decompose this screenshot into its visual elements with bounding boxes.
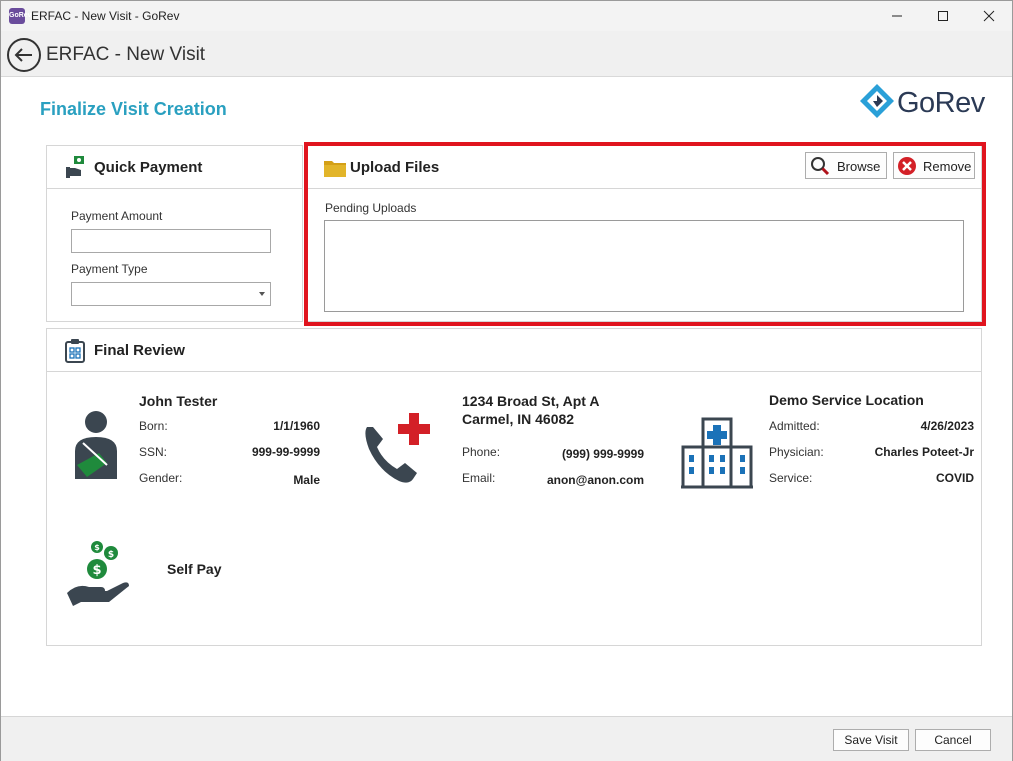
upload-files-title: Upload Files xyxy=(350,159,440,176)
born-label: Born: xyxy=(139,419,168,433)
final-review-panel: Final Review John Tester Born: 1/1/1960 … xyxy=(46,328,982,646)
admitted-label: Admitted: xyxy=(769,419,820,433)
service-label: Service: xyxy=(769,471,813,485)
ssn-value: 999-99-9999 xyxy=(251,445,320,459)
close-icon xyxy=(983,10,995,22)
remove-button[interactable]: Remove xyxy=(893,152,975,179)
folder-icon xyxy=(324,161,346,177)
maximize-icon xyxy=(938,11,948,21)
save-visit-button[interactable]: Save Visit xyxy=(833,729,909,751)
pending-uploads-list[interactable] xyxy=(324,220,964,312)
physician-value: Charles Poteet-Jr xyxy=(874,445,974,459)
header-bar: ERFAC - New Visit xyxy=(1,31,1012,77)
pending-uploads-label: Pending Uploads xyxy=(325,201,417,215)
payer-name: Self Pay xyxy=(167,561,222,577)
footer-bar: Save Visit Cancel xyxy=(1,716,1012,761)
gorev-logo-mark-icon xyxy=(860,84,894,118)
minimize-button[interactable] xyxy=(874,1,920,31)
payment-amount-input[interactable] xyxy=(71,229,271,253)
gender-value: Male xyxy=(293,473,320,487)
quick-payment-title: Quick Payment xyxy=(94,159,203,176)
back-arrow-icon xyxy=(14,48,32,62)
app-icon: GoRev xyxy=(9,8,32,24)
service-value: COVID xyxy=(935,471,974,485)
close-button[interactable] xyxy=(966,1,1012,31)
search-icon xyxy=(811,157,830,176)
upload-files-header: Upload Files Browse Remove xyxy=(307,146,981,189)
address-line1: 1234 Broad St, Apt A xyxy=(462,393,600,409)
page-title: Finalize Visit Creation xyxy=(40,99,227,119)
final-review-header: Final Review xyxy=(47,329,981,372)
remove-label: Remove xyxy=(923,159,972,174)
payment-type-label: Payment Type xyxy=(71,262,148,276)
svg-text:$: $ xyxy=(108,550,114,560)
browse-label: Browse xyxy=(837,159,881,174)
gender-label: Gender: xyxy=(139,471,183,485)
payment-amount-label: Payment Amount xyxy=(71,209,163,223)
app-window: GoRev ERFAC - New Visit - GoRev ERFAC - … xyxy=(0,0,1013,761)
quick-payment-header: Quick Payment xyxy=(47,146,302,189)
svg-text:$: $ xyxy=(94,543,100,552)
back-button[interactable] xyxy=(7,38,41,72)
admitted-value: 4/26/2023 xyxy=(920,419,974,433)
browse-button[interactable]: Browse xyxy=(805,152,887,179)
patient-icon xyxy=(75,411,117,479)
physician-label: Physician: xyxy=(769,445,824,459)
location-name: Demo Service Location xyxy=(769,392,924,408)
clipboard-icon xyxy=(65,339,85,363)
phone-value: (999) 999-9999 xyxy=(561,447,644,461)
phone-medical-icon xyxy=(365,413,430,483)
minimize-icon xyxy=(892,15,902,17)
final-review-title: Final Review xyxy=(94,342,185,359)
svg-text:$: $ xyxy=(92,563,101,578)
email-value: anon@anon.com xyxy=(546,473,644,487)
cancel-button[interactable]: Cancel xyxy=(915,729,991,751)
remove-icon xyxy=(898,157,916,175)
quick-payment-panel: Quick Payment Payment Amount Payment Typ… xyxy=(46,145,303,322)
hospital-icon xyxy=(681,417,753,489)
upload-files-panel: Upload Files Browse Remove Pending Uploa… xyxy=(306,145,982,322)
patient-name: John Tester xyxy=(139,393,218,409)
ssn-label: SSN: xyxy=(139,445,168,459)
maximize-button[interactable] xyxy=(920,1,966,31)
phone-label: Phone: xyxy=(462,445,501,459)
born-value: 1/1/1960 xyxy=(273,419,320,433)
window-title: ERFAC - New Visit - GoRev xyxy=(31,9,180,23)
self-pay-icon: $ $ $ xyxy=(67,541,129,606)
title-bar: GoRev ERFAC - New Visit - GoRev xyxy=(1,1,1012,31)
payment-type-select[interactable] xyxy=(71,282,271,306)
email-label: Email: xyxy=(462,471,496,485)
address-line2: Carmel, IN 46082 xyxy=(462,411,575,427)
chevron-down-icon xyxy=(259,292,265,296)
payment-icon xyxy=(66,156,84,178)
gorev-logo: GoRev xyxy=(859,83,994,123)
logo-text: GoRev xyxy=(897,87,985,119)
header-title: ERFAC - New Visit xyxy=(46,44,206,65)
